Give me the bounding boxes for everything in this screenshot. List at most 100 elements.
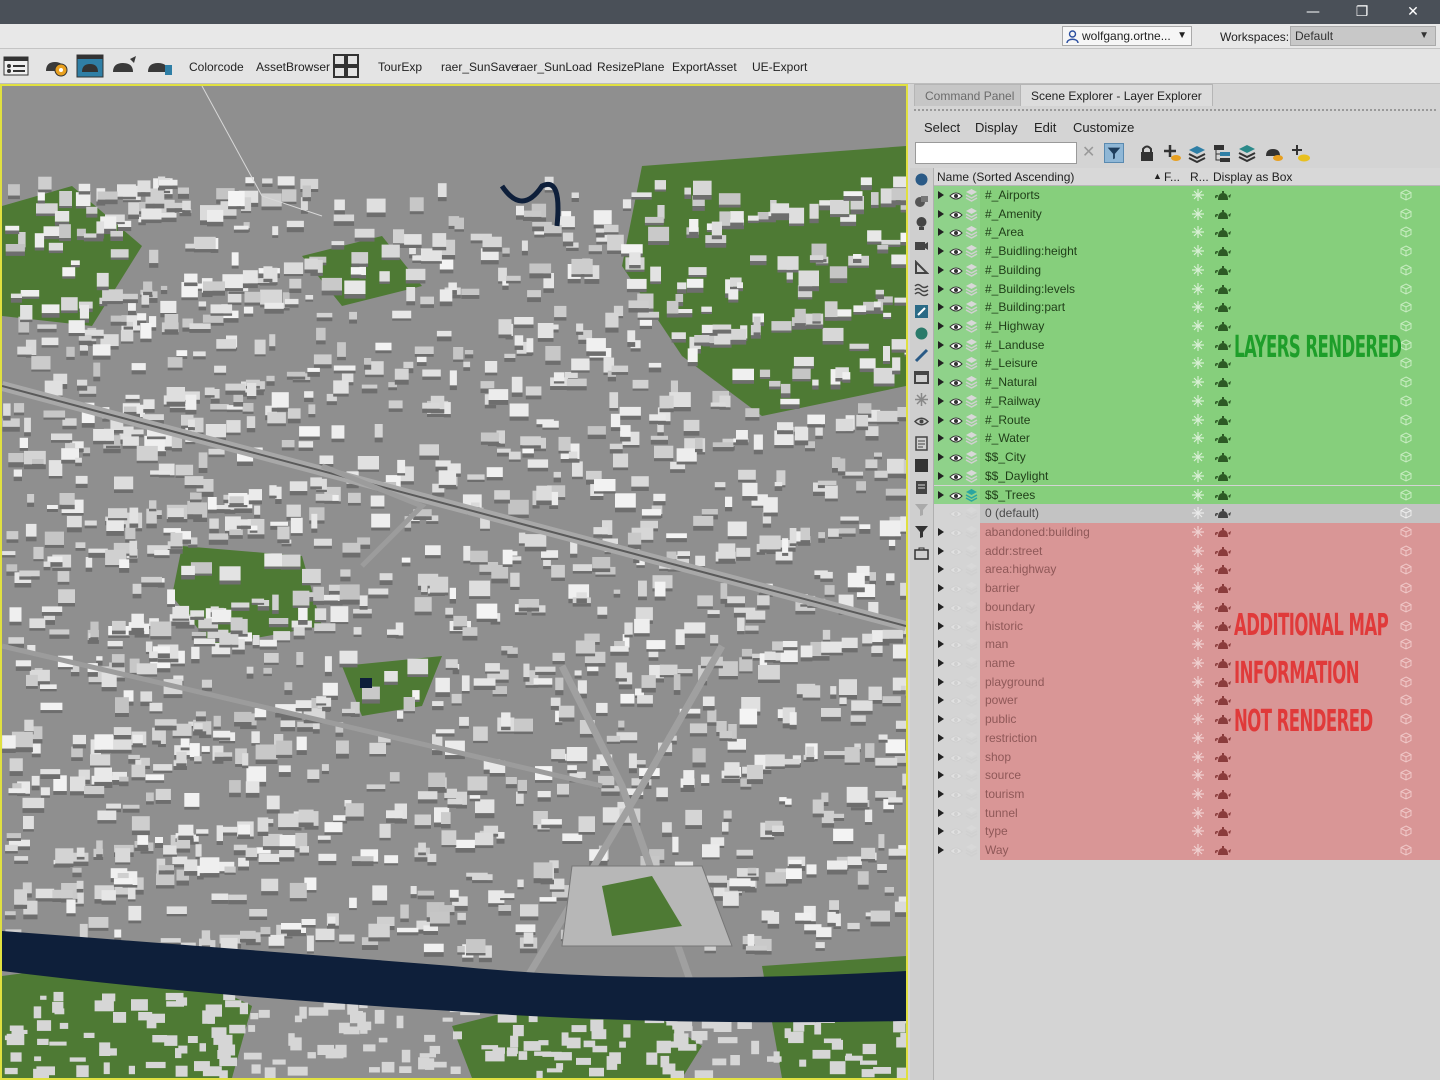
layer-row[interactable]: 0 (default) bbox=[934, 504, 1440, 523]
freeze-toggle-icon[interactable] bbox=[1192, 282, 1204, 295]
layer-row[interactable]: #_Building:part bbox=[934, 298, 1440, 317]
3d-viewport[interactable] bbox=[0, 84, 908, 1080]
freeze-toggle-icon[interactable] bbox=[1192, 357, 1204, 370]
freeze-toggle-icon[interactable] bbox=[1192, 769, 1204, 782]
layer-row[interactable]: addr:street bbox=[934, 541, 1440, 561]
layer-row[interactable]: Way bbox=[934, 841, 1440, 860]
expand-arrow-icon[interactable] bbox=[938, 284, 944, 293]
visibility-eye-icon[interactable] bbox=[949, 415, 963, 425]
camera-icon[interactable] bbox=[914, 238, 929, 253]
freeze-toggle-icon[interactable] bbox=[1192, 825, 1204, 838]
teapot-layer-icon[interactable] bbox=[1264, 143, 1284, 163]
render-toggle-teapot-icon[interactable] bbox=[1215, 395, 1231, 408]
active-layer-icon[interactable] bbox=[965, 768, 978, 783]
resizeplane-button[interactable]: ResizePlane bbox=[597, 60, 664, 74]
visibility-eye-icon[interactable] bbox=[949, 808, 963, 818]
xrefs-icon[interactable] bbox=[914, 348, 929, 363]
display-as-box-icon[interactable] bbox=[1400, 769, 1412, 781]
visibility-eye-icon[interactable] bbox=[949, 621, 963, 631]
display-as-box-icon[interactable] bbox=[1400, 676, 1412, 688]
visibility-eye-icon[interactable] bbox=[949, 452, 963, 462]
render-toggle-teapot-icon[interactable] bbox=[1215, 357, 1231, 370]
display-as-box-icon[interactable] bbox=[1400, 264, 1412, 276]
render-toggle-teapot-icon[interactable] bbox=[1215, 563, 1231, 576]
visibility-eye-icon[interactable] bbox=[949, 302, 963, 312]
active-layer-icon[interactable] bbox=[965, 263, 978, 277]
freeze-toggle-icon[interactable] bbox=[1192, 338, 1204, 351]
freeze-toggle-icon[interactable] bbox=[1192, 638, 1204, 651]
active-layer-icon[interactable] bbox=[965, 282, 978, 296]
expand-arrow-icon[interactable] bbox=[938, 359, 944, 368]
bones-icon[interactable] bbox=[914, 304, 929, 319]
lock-icon[interactable] bbox=[1137, 143, 1157, 163]
display-as-box-icon[interactable] bbox=[1400, 657, 1412, 669]
render-toggle-teapot-icon[interactable] bbox=[1215, 825, 1231, 838]
layer-row[interactable]: name bbox=[934, 654, 1440, 673]
freeze-icon[interactable] bbox=[914, 392, 929, 407]
freeze-toggle-icon[interactable] bbox=[1192, 207, 1204, 220]
visibility-eye-icon[interactable] bbox=[949, 190, 963, 200]
visibility-eye-icon[interactable] bbox=[949, 321, 963, 331]
layers-icon[interactable] bbox=[1237, 143, 1257, 163]
display-as-box-icon[interactable] bbox=[1400, 507, 1412, 519]
display-as-box-icon[interactable] bbox=[1400, 601, 1412, 613]
active-layer-icon[interactable] bbox=[965, 413, 978, 427]
expand-arrow-icon[interactable] bbox=[938, 640, 944, 649]
active-layer-icon[interactable] bbox=[965, 712, 978, 727]
display-as-box-icon[interactable] bbox=[1400, 638, 1412, 650]
display-as-box-icon[interactable] bbox=[1400, 807, 1412, 819]
visibility-eye-icon[interactable] bbox=[949, 564, 963, 574]
menu-edit[interactable]: Edit bbox=[1034, 120, 1056, 135]
active-layer-icon[interactable] bbox=[965, 600, 978, 614]
menu-select[interactable]: Select bbox=[924, 120, 960, 135]
render-toggle-teapot-icon[interactable] bbox=[1215, 694, 1231, 707]
filter-icon[interactable] bbox=[1104, 143, 1124, 163]
freeze-toggle-icon[interactable] bbox=[1192, 320, 1204, 333]
freeze-toggle-icon[interactable] bbox=[1192, 544, 1204, 557]
visibility-eye-icon[interactable] bbox=[949, 471, 963, 481]
freeze-toggle-icon[interactable] bbox=[1192, 713, 1204, 726]
render-toggle-teapot-icon[interactable] bbox=[1215, 582, 1231, 595]
freeze-toggle-icon[interactable] bbox=[1192, 844, 1204, 857]
display-as-box-icon[interactable] bbox=[1400, 301, 1412, 313]
layer-row[interactable]: $$_Trees bbox=[934, 485, 1440, 505]
visibility-eye-icon[interactable] bbox=[949, 246, 963, 256]
render-toggle-teapot-icon[interactable] bbox=[1215, 301, 1231, 314]
expand-arrow-icon[interactable] bbox=[938, 527, 944, 536]
expand-arrow-icon[interactable] bbox=[938, 696, 944, 705]
menu-display[interactable]: Display bbox=[975, 120, 1018, 135]
active-layer-icon[interactable] bbox=[965, 319, 978, 333]
user-account-dropdown[interactable]: wolfgang.ortne... ▼ bbox=[1062, 26, 1192, 46]
layer-row[interactable]: #_Water bbox=[934, 429, 1440, 449]
column-box-header[interactable]: Display as Box bbox=[1213, 170, 1292, 184]
freeze-toggle-icon[interactable] bbox=[1192, 376, 1204, 389]
active-layer-icon[interactable] bbox=[965, 338, 978, 352]
layer-row[interactable]: $$_City bbox=[934, 448, 1440, 467]
grid-icon[interactable] bbox=[332, 53, 360, 79]
groups-icon[interactable] bbox=[914, 370, 929, 385]
freeze-toggle-icon[interactable] bbox=[1192, 394, 1204, 407]
expand-arrow-icon[interactable] bbox=[938, 471, 944, 480]
active-layer-icon[interactable] bbox=[965, 469, 978, 483]
freeze-toggle-icon[interactable] bbox=[1192, 226, 1204, 239]
display-all-icon[interactable] bbox=[914, 172, 929, 187]
display-as-box-icon[interactable] bbox=[1400, 470, 1412, 482]
expand-arrow-icon[interactable] bbox=[938, 546, 944, 555]
display-as-box-icon[interactable] bbox=[1400, 563, 1412, 575]
render-toggle-teapot-icon[interactable] bbox=[1215, 320, 1231, 333]
display-as-box-icon[interactable] bbox=[1400, 788, 1412, 800]
render-setup-icon[interactable] bbox=[42, 53, 70, 79]
hierarchy-icon[interactable] bbox=[1212, 143, 1232, 163]
expand-arrow-icon[interactable] bbox=[938, 752, 944, 761]
active-layer-icon[interactable] bbox=[965, 244, 978, 259]
display-as-box-icon[interactable] bbox=[1400, 844, 1412, 856]
layer-row[interactable]: area:highway bbox=[934, 560, 1440, 580]
visibility-eye-icon[interactable] bbox=[949, 527, 963, 537]
freeze-toggle-icon[interactable] bbox=[1192, 525, 1204, 538]
expand-arrow-icon[interactable] bbox=[938, 602, 944, 611]
visibility-eye-icon[interactable] bbox=[949, 826, 963, 836]
helpers-icon[interactable] bbox=[914, 260, 929, 275]
active-layer-icon[interactable] bbox=[965, 506, 978, 521]
expand-arrow-icon[interactable] bbox=[938, 621, 944, 630]
render-toggle-teapot-icon[interactable] bbox=[1215, 657, 1231, 670]
